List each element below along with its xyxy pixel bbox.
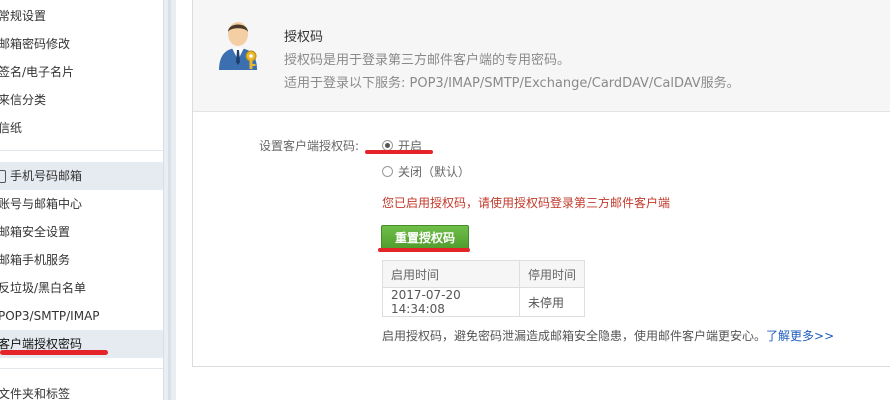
annotation-underline-radio [365, 150, 433, 154]
auth-code-panel: 授权码 授权码是用于登录第三方邮件客户端的专用密码。 适用于登录以下服务: PO… [192, 0, 890, 367]
sidebar-item-general[interactable]: 常规设置 [0, 2, 163, 30]
sidebar-item-mobile-service[interactable]: 邮箱手机服务 [0, 246, 163, 274]
sidebar-item-phone-mailbox[interactable]: 手机号码邮箱 [0, 162, 163, 190]
radio-off[interactable] [382, 166, 393, 177]
table-row: 2017-07-20 14:34:08 未停用 [382, 287, 585, 317]
auth-enabled-message: 您已启用授权码，请使用授权码登录第三方邮件客户端 [382, 196, 671, 210]
disabled-time-cell: 未停用 [519, 287, 585, 317]
auth-code-setting-label: 设置客户端授权码: [259, 139, 360, 153]
auth-footnote: 启用授权码，避免密码泄漏造成邮箱安全隐患，使用邮件客户端更安心。了解更多>> [382, 327, 834, 344]
sidebar-item-signature[interactable]: 签名/电子名片 [0, 58, 163, 86]
sidebar-item-account-center[interactable]: 账号与邮箱中心 [0, 190, 163, 218]
sidebar-item-label: 文件夹和标签 [0, 387, 71, 401]
sidebar-item-pop3-smtp-imap[interactable]: POP3/SMTP/IMAP [0, 302, 163, 330]
annotation-underline-button [378, 248, 470, 252]
avatar-user-key-icon [219, 22, 257, 70]
sidebar-item-label: 手机号码邮箱 [10, 169, 83, 183]
settings-sidebar: 常规设置 邮箱密码修改 签名/电子名片 来信分类 信纸 手机号码邮箱 账号与邮箱… [0, 0, 163, 401]
sidebar-item-label: 签名/电子名片 [0, 65, 75, 79]
sidebar-item-label: POP3/SMTP/IMAP [0, 309, 100, 323]
sidebar-item-label: 邮箱密码修改 [0, 37, 71, 51]
table-header-enabled-time: 启用时间 [382, 260, 520, 288]
sidebar-item-label: 常规设置 [0, 9, 47, 23]
phone-icon [0, 170, 6, 183]
sidebar-item-label: 账号与邮箱中心 [0, 197, 83, 211]
annotation-underline-sidebar [0, 350, 108, 355]
table-header-disabled-time: 停用时间 [519, 260, 585, 288]
table-header-row: 启用时间 停用时间 [382, 260, 585, 288]
auth-code-info: 授权码 授权码是用于登录第三方邮件客户端的专用密码。 适用于登录以下服务: PO… [193, 0, 890, 112]
sidebar-item-label: 信纸 [0, 121, 23, 135]
auth-code-title: 授权码 [284, 30, 324, 45]
enabled-time-cell: 2017-07-20 14:34:08 [382, 287, 520, 317]
sidebar-item-label: 邮箱手机服务 [0, 253, 71, 267]
radio-off-label[interactable]: 关闭（默认） [398, 163, 470, 180]
sidebar-divider [0, 368, 163, 369]
sidebar-item-label: 来信分类 [0, 93, 47, 107]
sidebar-item-stationery[interactable]: 信纸 [0, 114, 163, 142]
auth-code-description: 授权码是用于登录第三方邮件客户端的专用密码。 [284, 53, 571, 68]
sidebar-item-label: 反垃圾/黑白名单 [0, 281, 87, 295]
sidebar-divider [0, 150, 163, 151]
sidebar-item-folders-tags[interactable]: 文件夹和标签 [0, 380, 163, 408]
auth-code-services: 适用于登录以下服务: POP3/IMAP/SMTP/Exchange/CardD… [284, 76, 740, 91]
sidebar-item-label: 邮箱安全设置 [0, 225, 71, 239]
auth-code-table: 启用时间 停用时间 2017-07-20 14:34:08 未停用 [382, 260, 585, 317]
sidebar-item-mail-filter[interactable]: 来信分类 [0, 86, 163, 114]
sidebar-item-antispam[interactable]: 反垃圾/黑白名单 [0, 274, 163, 302]
auth-footnote-text: 启用授权码，避免密码泄漏造成邮箱安全隐患，使用邮件客户端更安心。 [382, 329, 767, 343]
learn-more-link[interactable]: 了解更多>> [766, 329, 834, 343]
sidebar-splitter[interactable] [163, 0, 176, 400]
sidebar-item-security[interactable]: 邮箱安全设置 [0, 218, 163, 246]
sidebar-item-password[interactable]: 邮箱密码修改 [0, 30, 163, 58]
